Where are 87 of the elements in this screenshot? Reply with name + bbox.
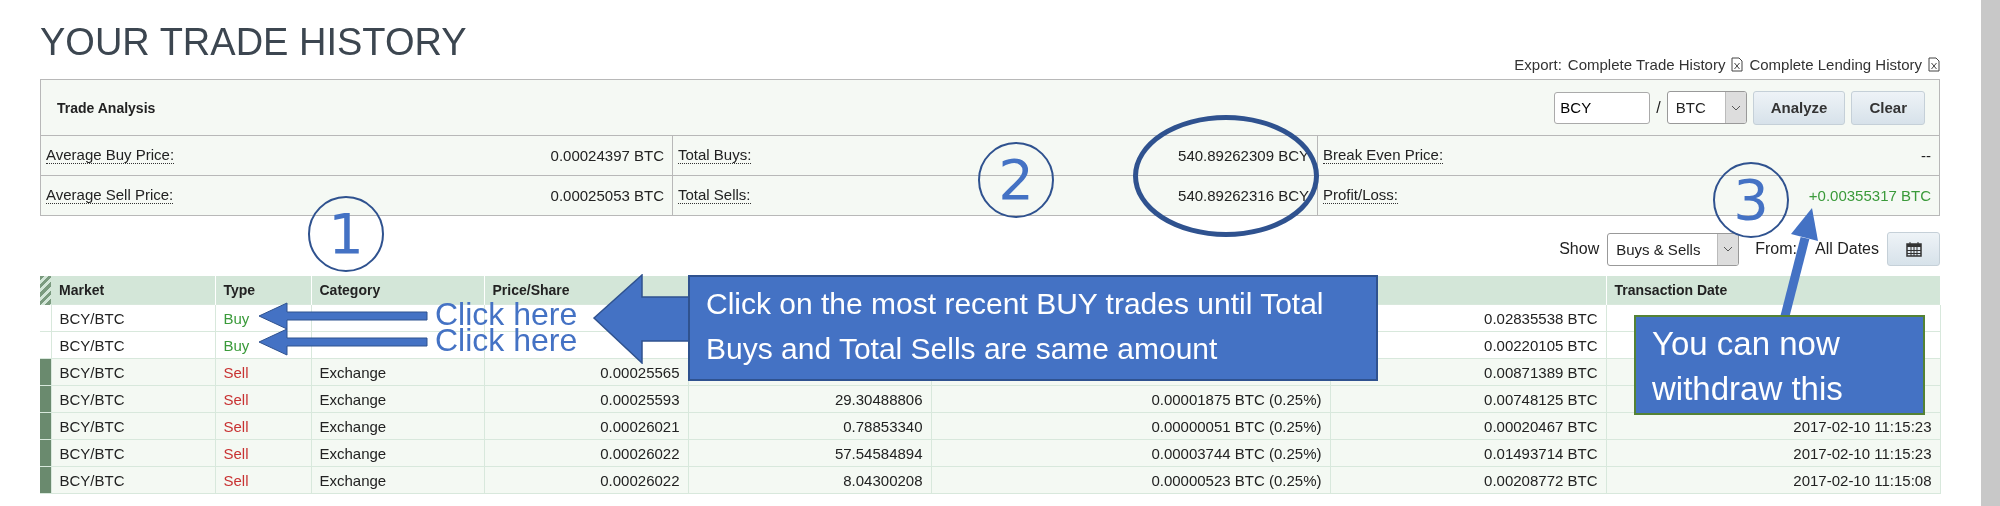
export-label: Export: <box>1514 56 1562 73</box>
from-label: From: <box>1755 240 1797 258</box>
show-label: Show <box>1559 240 1600 258</box>
row-marker[interactable] <box>40 466 51 494</box>
table-cell: BCY/BTC <box>51 439 215 467</box>
spreadsheet-icon[interactable] <box>1731 57 1744 72</box>
pair-separator: / <box>1656 98 1661 117</box>
row-marker[interactable] <box>40 358 51 386</box>
analyze-button[interactable]: Analyze <box>1752 90 1846 125</box>
row-marker[interactable] <box>40 304 51 332</box>
calendar-button[interactable] <box>1887 232 1940 266</box>
arrow-icon <box>258 302 428 330</box>
table-cell: 0.00748125 BTC <box>1330 385 1606 413</box>
table-cell: 29.30488806 <box>688 385 931 413</box>
table-cell: 0.00025593 <box>484 385 688 413</box>
table-cell: 0.00000051 BTC (0.25%) <box>931 412 1330 440</box>
table-cell: 2017-02-10 11:15:08 <box>1606 466 1940 494</box>
table-cell: Sell <box>215 412 311 440</box>
table-cell: Exchange <box>311 439 484 467</box>
date-range-value: All Dates <box>1814 240 1879 258</box>
export-link[interactable]: Complete Lending History <box>1749 56 1922 73</box>
step-marker: 1 <box>308 196 384 272</box>
scrollbar[interactable] <box>1981 0 2000 506</box>
table-cell: 0.00208772 BTC <box>1330 466 1606 494</box>
stat-value: 540.89262309 BCY <box>1178 147 1309 164</box>
table-cell: 0.00020467 BTC <box>1330 412 1606 440</box>
page-title: YOUR TRADE HISTORY <box>40 20 467 64</box>
step-marker: 3 <box>1713 162 1789 238</box>
column-header[interactable]: Type <box>215 276 311 305</box>
table-cell: BCY/BTC <box>51 331 215 359</box>
table-cell: BCY/BTC <box>51 466 215 494</box>
table-cell: 0.00001875 BTC (0.25%) <box>931 385 1330 413</box>
arrow-icon <box>258 328 428 356</box>
table-cell: Sell <box>215 439 311 467</box>
stat-value: 0.00025053 BTC <box>550 187 664 204</box>
table-cell: Exchange <box>311 358 484 386</box>
table-cell: 0.00026022 <box>484 466 688 494</box>
table-cell: Sell <box>215 466 311 494</box>
base-currency-field[interactable]: BCY <box>1554 91 1651 124</box>
row-marker[interactable] <box>40 412 51 440</box>
table-cell: 0.78853340 <box>688 412 931 440</box>
click-hint: Click here <box>435 326 578 354</box>
clear-button[interactable]: Clear <box>1851 90 1925 125</box>
table-cell: Exchange <box>311 385 484 413</box>
stat-label: Average Sell Price: <box>46 187 174 204</box>
table-cell: 0.00003744 BTC (0.25%) <box>931 439 1330 467</box>
column-header[interactable]: Transaction Date <box>1606 276 1940 305</box>
table-cell: BCY/BTC <box>51 412 215 440</box>
instruction-callout: Click on the most recent BUY trades until Total Buys and Total Sells are same amount <box>688 275 1378 381</box>
row-marker[interactable] <box>40 331 51 359</box>
header-stripe <box>40 276 51 305</box>
spreadsheet-icon[interactable] <box>1928 57 1940 72</box>
table-cell: Sell <box>215 385 311 413</box>
table-cell: BCY/BTC <box>51 304 215 332</box>
row-marker[interactable] <box>40 439 51 467</box>
row-marker[interactable] <box>40 385 51 413</box>
table-cell: 8.04300208 <box>688 466 931 494</box>
stat-label: Average Buy Price: <box>46 147 175 164</box>
step-marker: 2 <box>978 142 1054 218</box>
caret-icon <box>1723 246 1734 252</box>
stat-value: 0.00024397 BTC <box>550 147 664 164</box>
table-cell: 0.00026021 <box>484 412 688 440</box>
table-cell: 0.01493714 BTC <box>1330 439 1606 467</box>
table-cell: BCY/BTC <box>51 358 215 386</box>
table-cell: Sell <box>215 358 311 386</box>
table-cell: Exchange <box>311 466 484 494</box>
column-header[interactable]: Market <box>51 276 215 305</box>
stat-label: Total Sells: <box>678 187 751 204</box>
table-cell: 0.00026022 <box>484 439 688 467</box>
table-cell: 0.00000523 BTC (0.25%) <box>931 466 1330 494</box>
stat-label: Total Buys: <box>678 147 752 164</box>
calendar-icon <box>1905 241 1922 257</box>
stat-value: +0.00355317 BTC <box>1808 187 1931 204</box>
stat-label: Break Even Price: <box>1323 147 1444 164</box>
table-cell: 57.54584894 <box>688 439 931 467</box>
stat-label: Profit/Loss: <box>1323 187 1399 204</box>
withdraw-callout: You can now withdraw this <box>1634 315 1925 415</box>
table-cell: 2017-02-10 11:15:23 <box>1606 439 1940 467</box>
stat-value: 540.89262316 BCY <box>1178 187 1309 204</box>
table-cell: BCY/BTC <box>51 385 215 413</box>
table-cell: Exchange <box>311 412 484 440</box>
caret-icon <box>1730 104 1741 111</box>
show-select[interactable]: Buys & Sells <box>1607 232 1740 266</box>
export-link[interactable]: Complete Trade History <box>1567 56 1726 73</box>
panel-title: Trade Analysis <box>57 99 156 116</box>
stat-value: -- <box>1921 147 1931 164</box>
quote-currency-select[interactable]: BTC <box>1666 91 1747 124</box>
